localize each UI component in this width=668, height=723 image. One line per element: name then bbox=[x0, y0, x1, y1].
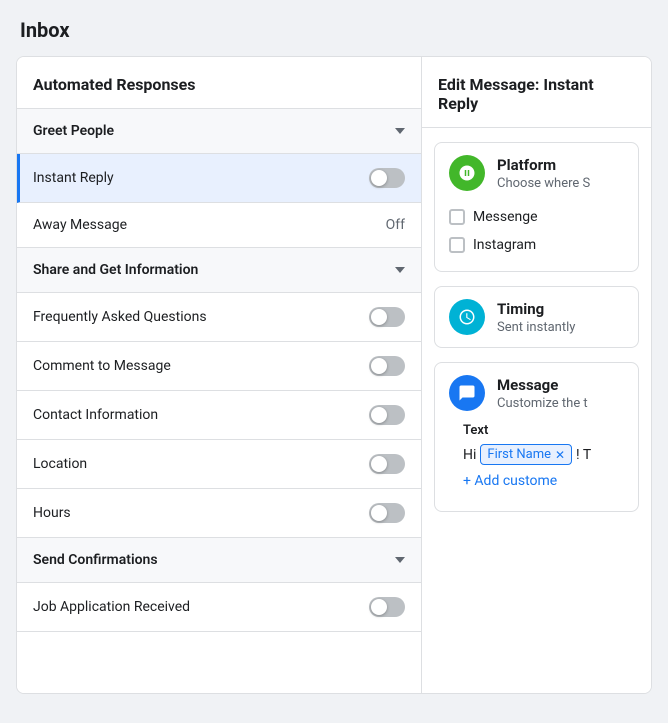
main-container: Automated Responses Greet People Instant… bbox=[16, 56, 652, 694]
right-panel-title: Edit Message: Instant Reply bbox=[438, 75, 594, 113]
toggle-instant-reply[interactable] bbox=[369, 168, 405, 188]
menu-item-instant-reply[interactable]: Instant Reply bbox=[17, 154, 421, 203]
instagram-checkbox[interactable] bbox=[449, 237, 465, 253]
menu-item-away-message[interactable]: Away Message Off bbox=[17, 203, 421, 248]
timing-card: Timing Sent instantly bbox=[434, 286, 639, 348]
toggle-hours[interactable] bbox=[369, 503, 405, 523]
message-card-title: Message bbox=[497, 376, 588, 394]
chip-label: First Name bbox=[487, 447, 551, 462]
right-panel-header: Edit Message: Instant Reply bbox=[422, 57, 651, 128]
toggle-faq[interactable] bbox=[369, 307, 405, 327]
first-name-chip[interactable]: First Name ✕ bbox=[480, 444, 572, 465]
platform-icon bbox=[449, 155, 485, 191]
section-label-greet-people: Greet People bbox=[33, 123, 114, 139]
platform-card-subtitle: Choose where S bbox=[497, 176, 590, 191]
menu-item-label-comment: Comment to Message bbox=[33, 358, 171, 374]
toggle-location[interactable] bbox=[369, 454, 405, 474]
menu-item-comment-to-message[interactable]: Comment to Message bbox=[17, 342, 421, 391]
add-customize-link[interactable]: + Add custome bbox=[449, 473, 624, 499]
menu-item-contact-info[interactable]: Contact Information bbox=[17, 391, 421, 440]
menu-item-label-faq: Frequently Asked Questions bbox=[33, 309, 207, 325]
section-label-share-info: Share and Get Information bbox=[33, 262, 198, 278]
menu-item-location[interactable]: Location bbox=[17, 440, 421, 489]
toggle-contact[interactable] bbox=[369, 405, 405, 425]
chip-close-icon[interactable]: ✕ bbox=[555, 448, 565, 462]
menu-item-faq[interactable]: Frequently Asked Questions bbox=[17, 293, 421, 342]
instagram-checkbox-row[interactable]: Instagram bbox=[449, 231, 624, 259]
messenger-checkbox[interactable] bbox=[449, 209, 465, 225]
menu-item-label-location: Location bbox=[33, 456, 87, 472]
menu-item-job-application[interactable]: Job Application Received bbox=[17, 583, 421, 632]
section-header-greet-people[interactable]: Greet People bbox=[17, 109, 421, 154]
text-prefix: Hi bbox=[463, 447, 476, 463]
menu-item-label-away-message: Away Message bbox=[33, 217, 127, 233]
text-suffix: ! T bbox=[576, 447, 591, 463]
right-panel: Edit Message: Instant Reply Platform Cho… bbox=[422, 57, 651, 693]
messenger-label: Messenge bbox=[473, 209, 538, 225]
menu-item-label-contact: Contact Information bbox=[33, 407, 158, 423]
section-header-share-info[interactable]: Share and Get Information bbox=[17, 248, 421, 293]
message-card: Message Customize the t Text Hi First Na… bbox=[434, 362, 639, 512]
left-panel: Automated Responses Greet People Instant… bbox=[17, 57, 422, 693]
menu-item-hours[interactable]: Hours bbox=[17, 489, 421, 538]
chevron-down-icon-3 bbox=[395, 557, 405, 563]
message-card-subtitle: Customize the t bbox=[497, 396, 588, 411]
chevron-down-icon-2 bbox=[395, 267, 405, 273]
instagram-label: Instagram bbox=[473, 237, 536, 253]
chevron-down-icon bbox=[395, 128, 405, 134]
toggle-job-application[interactable] bbox=[369, 597, 405, 617]
platform-card-title: Platform bbox=[497, 156, 590, 174]
timing-card-subtitle: Sent instantly bbox=[497, 320, 575, 335]
platform-card: Platform Choose where S Messenge Instagr… bbox=[434, 142, 639, 272]
toggle-comment[interactable] bbox=[369, 356, 405, 376]
menu-item-label-hours: Hours bbox=[33, 505, 71, 521]
timing-card-title: Timing bbox=[497, 300, 575, 318]
left-panel-header: Automated Responses bbox=[17, 57, 421, 109]
section-label-confirmations: Send Confirmations bbox=[33, 552, 158, 568]
page-header: Inbox bbox=[0, 0, 668, 56]
text-label: Text bbox=[449, 423, 624, 438]
menu-item-label-job: Job Application Received bbox=[33, 599, 190, 615]
away-message-status: Off bbox=[386, 217, 405, 233]
menu-item-label-instant-reply: Instant Reply bbox=[33, 170, 114, 186]
timing-icon bbox=[449, 299, 485, 335]
left-panel-title: Automated Responses bbox=[33, 75, 196, 94]
section-header-send-confirmations[interactable]: Send Confirmations bbox=[17, 538, 421, 583]
messenger-checkbox-row[interactable]: Messenge bbox=[449, 203, 624, 231]
page-title: Inbox bbox=[20, 18, 70, 42]
message-icon bbox=[449, 375, 485, 411]
